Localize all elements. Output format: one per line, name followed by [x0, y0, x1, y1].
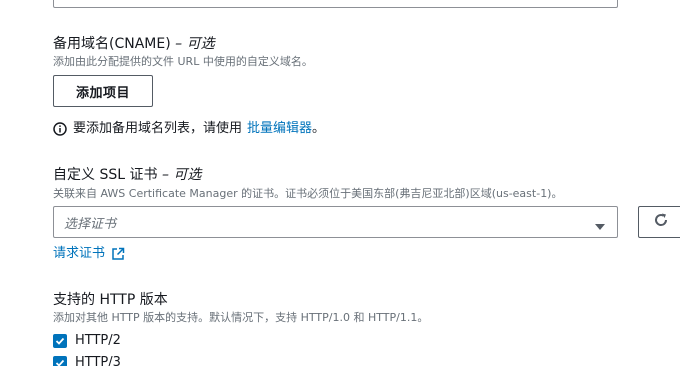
bulk-editor-link[interactable]: 批量编辑器: [247, 120, 312, 138]
checkbox-checked-icon[interactable]: [53, 334, 67, 348]
cname-description: 添加由此分配提供的文件 URL 中使用的自定义域名。: [53, 55, 313, 68]
http3-option[interactable]: HTTP/3: [53, 355, 121, 366]
distribution-settings-panel: 备用域名(CNAME) – 可选 添加由此分配提供的文件 URL 中使用的自定义…: [0, 0, 680, 366]
ssl-optional-text: – 可选: [161, 167, 202, 183]
http-versions-label: 支持的 HTTP 版本: [53, 292, 168, 308]
caret-down-icon: [595, 217, 605, 230]
cname-label-text: 备用域名(CNAME): [53, 36, 171, 52]
checkbox-checked-icon[interactable]: [53, 356, 67, 366]
refresh-icon: [653, 212, 669, 232]
info-icon: [53, 122, 67, 136]
add-item-button[interactable]: 添加项目: [53, 75, 153, 107]
certificate-select[interactable]: 选择证书: [53, 206, 618, 238]
http-versions-description: 添加对其他 HTTP 版本的支持。默认情况下，支持 HTTP/1.0 和 HTT…: [53, 311, 429, 324]
ssl-label: 自定义 SSL 证书 – 可选: [53, 166, 201, 184]
http2-option[interactable]: HTTP/2: [53, 333, 121, 349]
external-link-icon: [111, 247, 125, 261]
cname-info-row: 要添加备用域名列表，请使用 批量编辑器 。: [53, 120, 325, 138]
http2-label: HTTP/2: [75, 333, 121, 348]
previous-field-input[interactable]: [53, 0, 618, 8]
request-certificate-text[interactable]: 请求证书: [53, 245, 105, 263]
ssl-description: 关联来自 AWS Certificate Manager 的证书。证书必须位于美…: [53, 187, 563, 200]
ssl-label-text: 自定义 SSL 证书: [53, 167, 158, 183]
request-certificate-link[interactable]: 请求证书: [53, 245, 125, 263]
http3-label: HTTP/3: [75, 355, 121, 366]
cname-optional-text: – 可选: [175, 36, 215, 52]
certificate-select-placeholder: 选择证书: [64, 216, 117, 232]
cname-label: 备用域名(CNAME) – 可选: [53, 35, 215, 53]
info-suffix: 。: [312, 121, 326, 136]
info-text: 要添加备用域名列表，请使用: [73, 121, 243, 136]
refresh-certificates-button[interactable]: [638, 206, 680, 238]
